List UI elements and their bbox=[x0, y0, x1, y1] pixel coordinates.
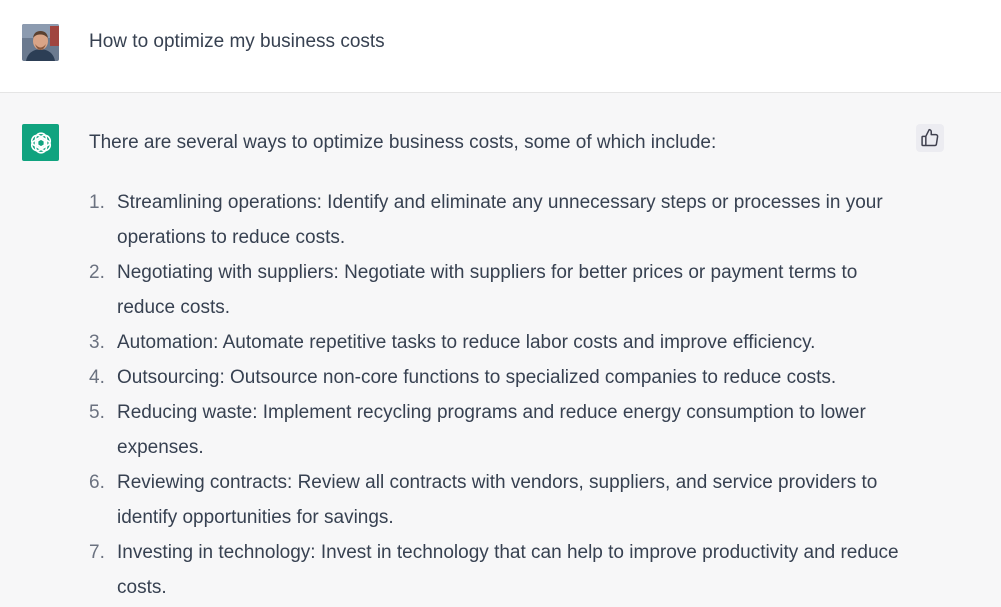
assistant-intro-text: There are several ways to optimize busin… bbox=[89, 132, 717, 153]
list-item-number: 1. bbox=[89, 192, 105, 213]
list-item: 2. Negotiating with suppliers: Negotiate… bbox=[89, 255, 919, 325]
list-item-text: Reducing waste: Implement recycling prog… bbox=[117, 402, 866, 458]
list-item: 6. Reviewing contracts: Review all contr… bbox=[89, 465, 919, 535]
thumbs-up-button[interactable] bbox=[916, 124, 944, 152]
list-item-number: 5. bbox=[89, 402, 105, 423]
list-item-number: 7. bbox=[89, 542, 105, 563]
list-item-text: Reviewing contracts: Review all contract… bbox=[117, 472, 878, 528]
list-item-number: 4. bbox=[89, 367, 105, 388]
list-item-number: 3. bbox=[89, 332, 105, 353]
user-message-text: How to optimize my business costs bbox=[89, 31, 385, 52]
assistant-avatar bbox=[22, 124, 59, 161]
openai-logo-icon bbox=[30, 131, 51, 154]
list-item-text: Negotiating with suppliers: Negotiate wi… bbox=[117, 262, 858, 318]
list-item: 7. Investing in technology: Invest in te… bbox=[89, 535, 919, 605]
list-item-text: Outsourcing: Outsource non-core function… bbox=[117, 367, 837, 388]
assistant-message-row: There are several ways to optimize busin… bbox=[0, 93, 1001, 607]
list-item-number: 6. bbox=[89, 472, 105, 493]
list-item: 5. Reducing waste: Implement recycling p… bbox=[89, 395, 919, 465]
user-avatar-icon bbox=[22, 24, 59, 61]
list-item: 3. Automation: Automate repetitive tasks… bbox=[89, 325, 919, 360]
list-item-number: 2. bbox=[89, 262, 105, 283]
list-item-text: Automation: Automate repetitive tasks to… bbox=[117, 332, 816, 353]
list-item: 4. Outsourcing: Outsource non-core funct… bbox=[89, 360, 919, 395]
thumbs-up-icon bbox=[921, 128, 939, 147]
user-message-row: How to optimize my business costs bbox=[0, 0, 1001, 93]
list-item: 1. Streamlining operations: Identify and… bbox=[89, 185, 919, 255]
list-item-text: Streamlining operations: Identify and el… bbox=[117, 192, 883, 248]
cost-optimization-list: 1. Streamlining operations: Identify and… bbox=[89, 185, 919, 605]
list-item-text: Investing in technology: Invest in techn… bbox=[117, 542, 899, 598]
user-avatar bbox=[22, 24, 59, 61]
